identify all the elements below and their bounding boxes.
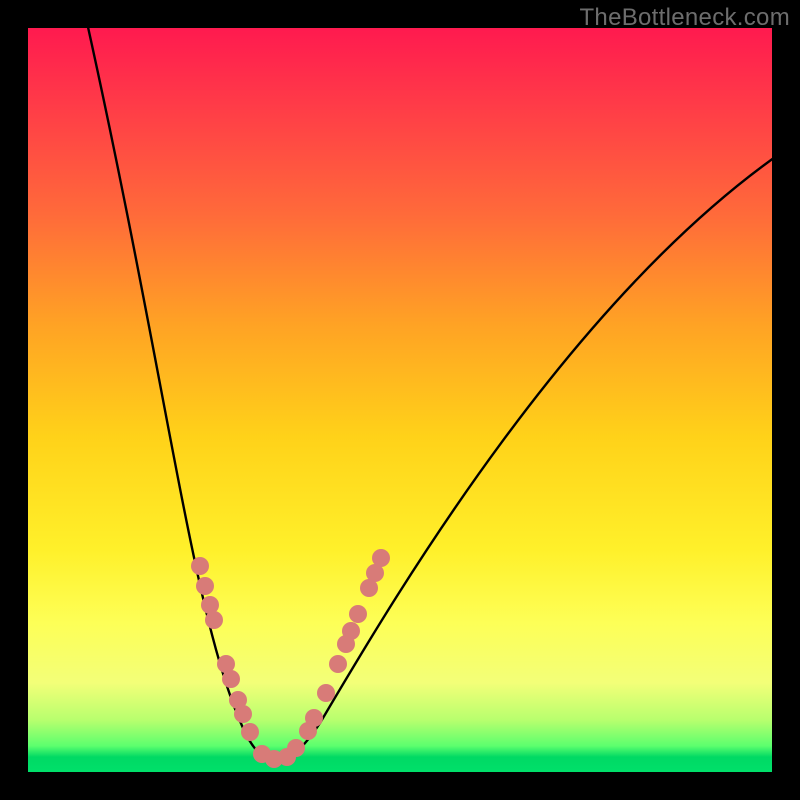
curve-marker	[317, 684, 335, 702]
curve-marker	[342, 622, 360, 640]
curve-marker	[287, 739, 305, 757]
curve-marker	[191, 557, 209, 575]
curve-marker	[329, 655, 347, 673]
curve-marker	[241, 723, 259, 741]
curve-marker	[205, 611, 223, 629]
curve-marker	[349, 605, 367, 623]
chart-svg	[28, 28, 772, 772]
v-curve-line	[86, 18, 788, 760]
marker-group	[191, 549, 390, 768]
chart-area	[28, 28, 772, 772]
curve-marker	[196, 577, 214, 595]
curve-marker	[372, 549, 390, 567]
curve-marker	[234, 705, 252, 723]
curve-marker	[305, 709, 323, 727]
curve-marker	[222, 670, 240, 688]
watermark-text: TheBottleneck.com	[579, 4, 790, 32]
